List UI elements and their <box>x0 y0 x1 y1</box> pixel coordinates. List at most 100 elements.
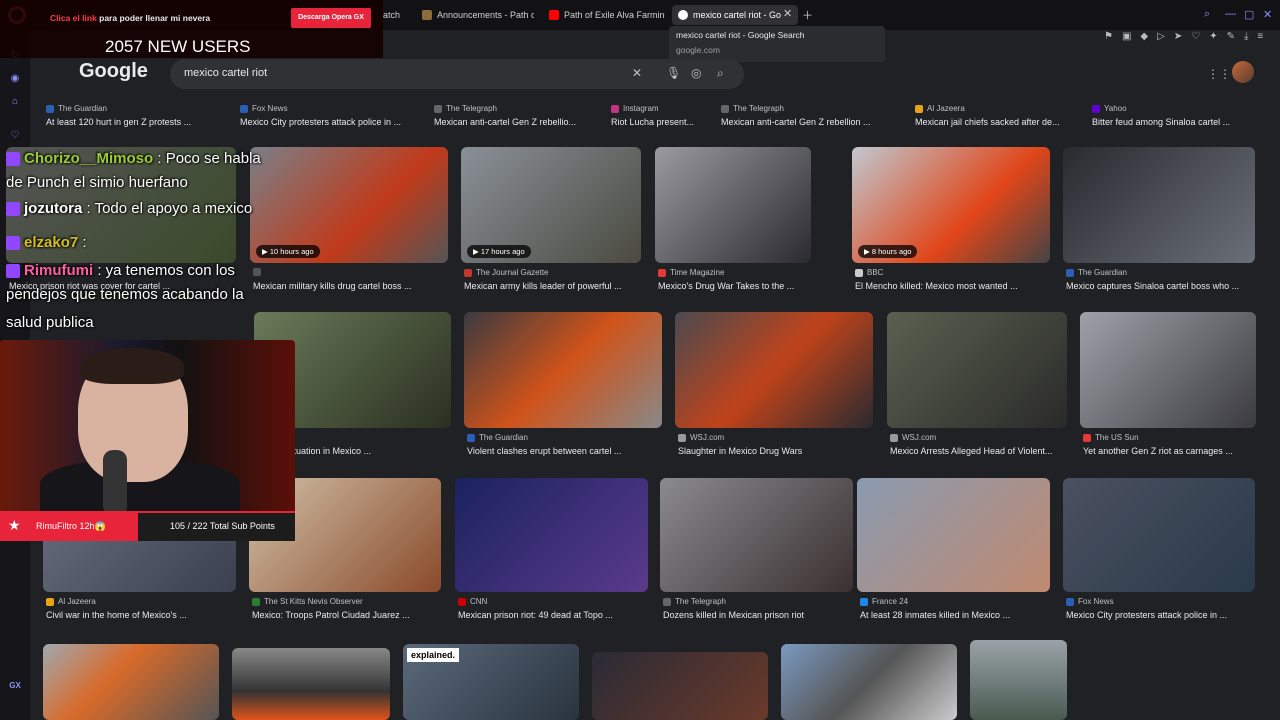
source-name: Al Jazeera <box>58 597 96 606</box>
source-name: France 24 <box>872 597 909 606</box>
result-title[interactable]: Bitter feud among Sinaloa cartel ... <box>1092 117 1252 127</box>
source-name: WSJ.com <box>902 433 937 442</box>
sidebar-heart-icon[interactable]: ♡ <box>9 130 21 142</box>
result-source: The Guardian <box>467 433 528 442</box>
result-title[interactable]: El Mencho killed: Mexico most wanted ... <box>855 281 1053 291</box>
result-thumbnail <box>970 640 1067 720</box>
result-title[interactable]: Dozens killed in Mexican prison riot <box>663 610 856 620</box>
source-favicon-icon <box>1092 104 1100 113</box>
search-box[interactable]: mexico cartel riot ✕ 🎙 ◎ ⌕ <box>170 59 744 89</box>
result-title[interactable]: Yet another Gen Z riot as carnages ... <box>1083 446 1259 456</box>
result-source: Yahoo <box>1092 104 1127 113</box>
result-title[interactable]: Riot Lucha present... <box>611 117 711 127</box>
result-title[interactable]: Mexican army kills leader of powerful ..… <box>464 281 644 291</box>
result-title[interactable]: Mexican prison riot: 49 dead at Topo ... <box>458 610 651 620</box>
microphone-icon[interactable]: 🎙 <box>666 66 681 80</box>
play-icon[interactable]: ▷ <box>1157 31 1165 42</box>
source-name: The Telegraph <box>733 104 784 113</box>
result-source: Al Jazeera <box>46 597 96 606</box>
result-title[interactable]: Mexico: Troops Patrol Ciudad Juarez ... <box>252 610 444 620</box>
result-title[interactable]: Slaughter in Mexico Drug Wars <box>678 446 876 456</box>
result-title[interactable]: Mexican jail chiefs sacked after de... <box>915 117 1085 127</box>
search-input[interactable]: mexico cartel riot <box>184 67 267 79</box>
chat-line: jozutora : Todo el apoyo a mexico <box>6 200 252 217</box>
snapshot-icon[interactable]: ▣ <box>1122 31 1131 42</box>
chat-line: salud publica <box>6 314 94 331</box>
new-users-counter: 2057 NEW USERS <box>105 37 251 56</box>
twitch-icon <box>6 202 20 217</box>
source-name: The Telegraph <box>446 104 497 113</box>
result-title[interactable]: Mexican anti-cartel Gen Z rebellio... <box>434 117 604 127</box>
result-source: The Journal Gazette <box>464 268 548 277</box>
gx-icon[interactable]: GX <box>9 680 21 692</box>
chat-line: Rimufumi : ya tenemos con los <box>6 262 235 279</box>
result-title[interactable]: At least 120 hurt in gen Z protests ... <box>46 117 216 127</box>
source-favicon-icon <box>721 104 729 113</box>
tab-announcements[interactable]: Announcements - Path of <box>422 5 534 25</box>
extensions-icon[interactable]: ✦ <box>1209 31 1217 42</box>
result-thumbnail: ▶ 8 hours ago <box>852 147 1050 263</box>
close-tab-icon[interactable]: ✕ <box>783 7 792 20</box>
result-thumbnail: explained. <box>403 644 579 720</box>
time-badge: ▶ 10 hours ago <box>256 245 320 258</box>
result-source: WSJ.com <box>890 433 936 442</box>
source-name: The St Kitts Nevis Observer <box>264 597 363 606</box>
heart-icon[interactable]: ♡ <box>1191 31 1200 42</box>
result-source: Instagram <box>611 104 659 113</box>
sidebar-home-icon[interactable]: ⌂ <box>9 96 21 108</box>
result-title[interactable]: Mexico captures Sinaloa cartel boss who … <box>1066 281 1258 291</box>
result-title[interactable]: Civil war in the home of Mexico's ... <box>46 610 239 620</box>
download-icon[interactable]: ⤓ <box>1244 31 1248 42</box>
source-name: BBC <box>867 268 884 277</box>
source-name: Yahoo <box>1104 104 1127 113</box>
result-title[interactable]: Mexico's Drug War Takes to the ... <box>658 281 814 291</box>
result-source: The Guardian <box>46 104 107 113</box>
new-tab-icon[interactable]: ＋ <box>802 7 813 23</box>
result-source: The Telegraph <box>721 104 784 113</box>
shield-icon[interactable]: ◆ <box>1140 31 1148 42</box>
sidebar-camera-icon[interactable]: ◉ <box>9 73 21 85</box>
result-title[interactable]: Mexican anti-cartel Gen Z rebellion ... <box>721 117 901 127</box>
source-favicon-icon <box>46 597 54 606</box>
share-icon[interactable]: ➤ <box>1174 31 1182 42</box>
minimize-icon[interactable]: — <box>1225 8 1236 20</box>
result-title[interactable]: Mexican military kills drug cartel boss … <box>253 281 451 291</box>
result-source: Al Jazeera <box>915 104 965 113</box>
tab-alva-farming[interactable]: Path of Exile Alva Farming <box>549 5 665 25</box>
search-tabs-icon[interactable]: ⌕ <box>1204 8 1210 21</box>
search-icon[interactable]: ⌕ <box>717 66 724 81</box>
menu-icon[interactable]: ≡ <box>1257 31 1263 42</box>
source-favicon-icon <box>253 268 261 276</box>
result-title[interactable]: Mexico Arrests Alleged Head of Violent..… <box>890 446 1070 456</box>
sub-points-bar: RimuFiltro 12h😱 ★ 105 / 222 Total Sub Po… <box>0 511 295 541</box>
tab-watch[interactable]: atch <box>383 5 400 25</box>
result-title[interactable]: Mexico City protesters attack police in … <box>1066 610 1258 620</box>
source-favicon-icon <box>658 268 666 277</box>
result-thumbnail <box>655 147 811 263</box>
youtube-favicon-icon <box>549 10 559 20</box>
source-favicon-icon <box>860 597 868 606</box>
close-window-icon[interactable]: ✕ <box>1263 8 1272 21</box>
result-source <box>253 268 265 276</box>
source-favicon-icon <box>46 104 54 113</box>
bookmark-icon[interactable]: ⚑ <box>1104 31 1113 42</box>
sub-points: 105 / 222 Total Sub Points <box>170 521 275 531</box>
source-favicon-icon <box>1066 268 1074 277</box>
tab-label: atch <box>383 10 401 20</box>
download-opera-button[interactable]: Descarga Opera GX <box>291 8 371 28</box>
lens-icon[interactable]: ◎ <box>691 66 701 80</box>
twitch-icon <box>6 152 20 167</box>
edit-icon[interactable]: ✎ <box>1227 31 1235 42</box>
chat-message: : ya tenemos con los <box>93 262 235 279</box>
tab-google-search[interactable]: mexico cartel riot - Go <box>672 5 798 25</box>
result-title[interactable]: Violent clashes erupt between cartel ... <box>467 446 665 456</box>
result-title[interactable]: At least 28 inmates killed in Mexico ... <box>860 610 1053 620</box>
google-logo[interactable]: Google <box>79 60 148 83</box>
maximize-icon[interactable]: ▢ <box>1244 8 1254 21</box>
twitch-icon <box>6 236 20 251</box>
result-source: The US Sun <box>1083 433 1139 442</box>
clear-search-icon[interactable]: ✕ <box>632 66 642 80</box>
tooltip-title: mexico cartel riot - Google Search <box>676 30 805 40</box>
account-avatar[interactable] <box>1232 61 1254 83</box>
result-title[interactable]: Mexico City protesters attack police in … <box>240 117 420 127</box>
